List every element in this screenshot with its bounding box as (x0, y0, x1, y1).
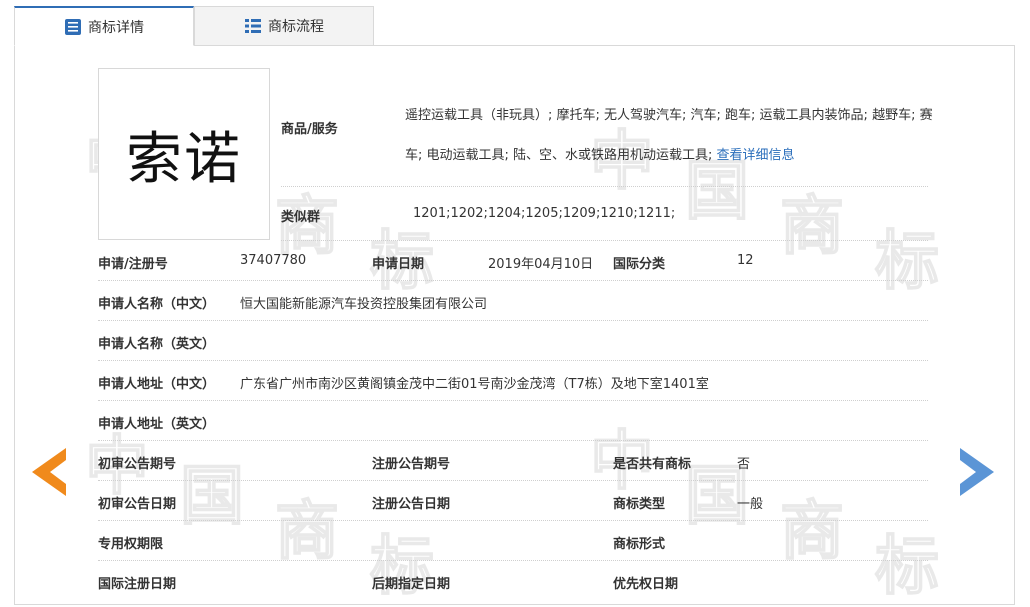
tab-trademark-flow[interactable]: 商标流程 (194, 6, 374, 46)
divider (281, 186, 928, 187)
divider (98, 480, 928, 481)
goods-label: 商品/服务 (281, 122, 338, 137)
address-cn-value: 广东省广州市南沙区黄阁镇金茂中二街01号南沙金茂湾（T7栋）及地下室1401室 (240, 377, 709, 392)
reg-pub-no-label: 注册公告期号 (372, 457, 451, 472)
divider (98, 320, 928, 321)
shared-label: 是否共有商标 (613, 457, 692, 472)
trademark-image-text: 索诺 (126, 126, 242, 192)
document-list-icon (65, 18, 81, 35)
apply-date-value: 2019年04月10日 (488, 257, 594, 272)
goods-text: 遥控运载工具（非玩具）; 摩托车; 无人驾驶汽车; 汽车; 跑车; 运载工具内装… (405, 96, 935, 176)
reg-no-label: 申请/注册号 (98, 257, 168, 272)
form-label: 商标形式 (613, 537, 666, 552)
type-label: 商标类型 (613, 497, 666, 512)
address-en-label: 申请人地址（英文） (98, 417, 216, 432)
reg-no-value: 37407780 (240, 253, 307, 268)
divider (281, 240, 928, 241)
view-details-link[interactable]: 查看详细信息 (717, 148, 795, 163)
trademark-image[interactable]: 索诺 (98, 68, 270, 240)
intl-class-label: 国际分类 (613, 257, 666, 272)
applicant-cn-value: 恒大国能新能源汽车投资控股集团有限公司 (240, 297, 488, 312)
exclusive-period-label: 专用权期限 (98, 537, 164, 552)
divider (98, 560, 928, 561)
divider (98, 440, 928, 441)
goods-list: 遥控运载工具（非玩具）; 摩托车; 无人驾驶汽车; 汽车; 跑车; 运载工具内装… (405, 108, 933, 163)
flow-list-icon (245, 19, 261, 33)
priority-date-label: 优先权日期 (613, 577, 679, 592)
tab-trademark-details[interactable]: 商标详情 (14, 6, 194, 46)
tab-label: 商标详情 (88, 19, 144, 36)
applicant-en-label: 申请人名称（英文） (98, 337, 216, 352)
tab-bar: 商标详情 商标流程 (14, 6, 374, 46)
similar-group-value: 1201;1202;1204;1205;1209;1210;1211; (413, 206, 676, 221)
tab-label: 商标流程 (268, 19, 324, 35)
later-date-label: 后期指定日期 (372, 577, 451, 592)
divider (98, 280, 928, 281)
divider (98, 360, 928, 361)
divider (98, 400, 928, 401)
apply-date-label: 申请日期 (372, 257, 425, 272)
address-cn-label: 申请人地址（中文） (98, 377, 216, 392)
applicant-cn-label: 申请人名称（中文） (98, 297, 216, 312)
reg-pub-date-label: 注册公告日期 (372, 497, 451, 512)
shared-value: 否 (737, 457, 751, 472)
similar-group-label: 类似群 (281, 210, 321, 225)
prelim-pub-date-label: 初审公告日期 (98, 497, 177, 512)
intl-reg-date-label: 国际注册日期 (98, 577, 177, 592)
intl-class-value: 12 (737, 253, 754, 268)
type-value: 一般 (737, 497, 764, 512)
divider (98, 520, 928, 521)
prelim-pub-no-label: 初审公告期号 (98, 457, 177, 472)
